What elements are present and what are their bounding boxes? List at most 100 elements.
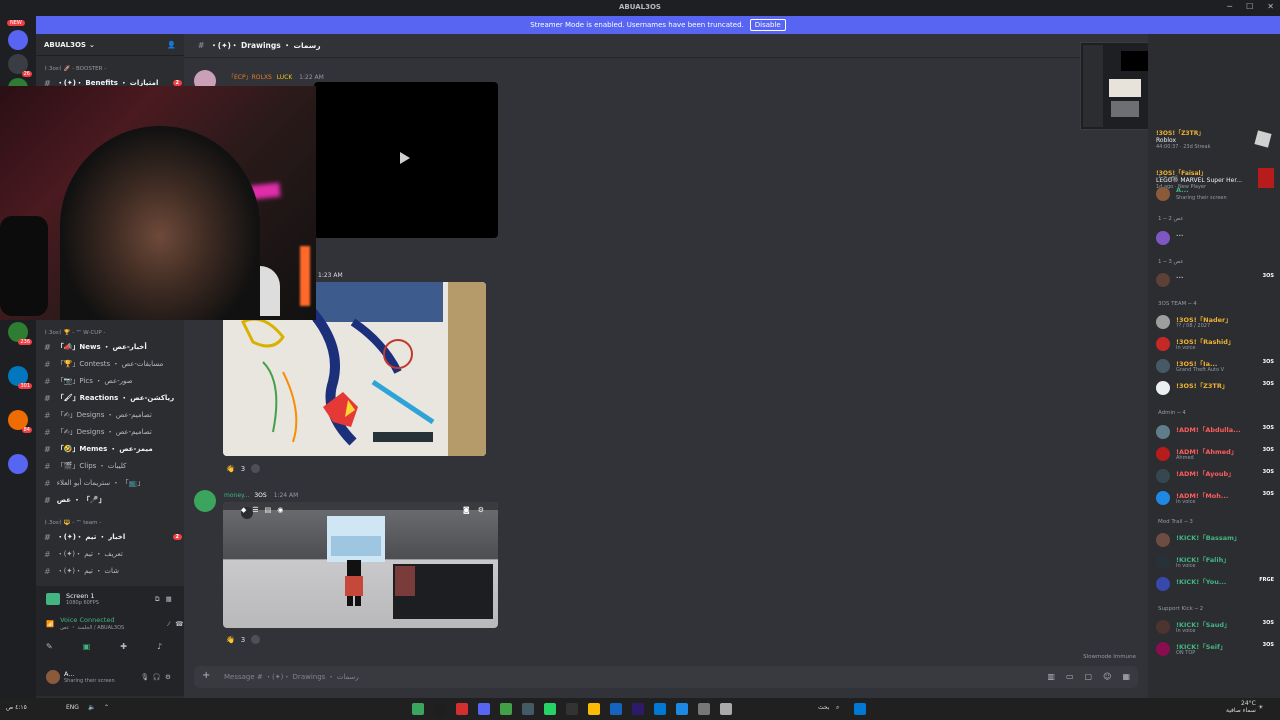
server-icon[interactable]: 301 [8, 366, 32, 389]
disconnect-icon[interactable]: ☎ [175, 620, 183, 628]
member-item[interactable]: !KICK!「Falih」 In voice [1154, 552, 1278, 572]
channel-item[interactable]: # 「🏆」Contests ・ مسابقات-عص [44, 357, 182, 371]
server-icon[interactable] [8, 30, 28, 50]
headphones-icon[interactable]: 🎧 [153, 673, 161, 681]
taskbar-clock[interactable]: ٤:١٥ ص [6, 704, 27, 711]
member-item[interactable]: ... [1154, 228, 1278, 248]
message-composer[interactable]: + Message # ・(✦)・ Drawings ・ رسمات ▥ ▭ ▢… [194, 666, 1138, 688]
member-item[interactable]: ... 3OS [1154, 270, 1278, 290]
app-icon[interactable] [434, 703, 446, 715]
channel-item[interactable]: # 「📣」News ・ أخبار-عص [44, 340, 182, 354]
wave-reaction-icon[interactable]: 👋 [226, 465, 235, 473]
volume-icon[interactable]: 🔈 [88, 704, 95, 711]
channel-item[interactable]: # 「🤣」Memes ・ ميمز-عص [44, 442, 182, 456]
video-embed[interactable] [314, 82, 498, 238]
member-item[interactable]: !ADM!「Abdulla... 3OS [1154, 422, 1278, 442]
channel-item[interactable]: # 「✍」Designs ・ تصاميم-عص [44, 408, 182, 422]
roblox-logo-icon[interactable]: ◆ [241, 506, 246, 514]
avatar[interactable] [46, 670, 60, 684]
roblox-screenshot[interactable]: ◆ ☰ ▤ ◉ ◙ ⚙ [223, 502, 498, 628]
member-item[interactable]: !ADM!「Ahmed」 Ahmed 3OS [1154, 444, 1278, 464]
author-name[interactable]: money... [224, 492, 249, 499]
camera-icon[interactable]: ✎ [46, 642, 53, 651]
channel-item[interactable]: # 「🎬」Clips ・ كليبات [44, 459, 182, 473]
language-indicator[interactable]: ENG [66, 704, 79, 711]
noise-suppression-icon[interactable]: ⁄ [168, 620, 169, 628]
attach-icon[interactable]: + [202, 670, 210, 681]
member-item[interactable]: !3OS!「Ia... Grand Theft Auto V 3OS [1154, 356, 1278, 376]
activity-card[interactable]: !3OS!「Z3TR」 Roblox 44:00:37 · 23d Streak [1156, 128, 1276, 150]
whatsapp-icon[interactable] [544, 703, 556, 715]
category-team[interactable]: ﴿.3os﴾ 🔱 - ™ team - [44, 520, 101, 526]
category-booster[interactable]: ﴿.3os﴾ 🚀 - BOOSTER - [44, 66, 106, 72]
app-icon[interactable] [566, 703, 578, 715]
member-item[interactable]: !3OS!「Rashid」 In voice [1154, 334, 1278, 354]
member-item[interactable]: A... Sharing their screen [1154, 184, 1278, 204]
soundboard-icon[interactable]: ♪ [157, 642, 162, 651]
server-header[interactable]: ABUAL3OS ⌄ 👤 [36, 34, 184, 56]
avatar[interactable] [194, 490, 216, 512]
gif-icon[interactable]: ▭ [1066, 672, 1074, 681]
message-input[interactable]: Message # ・(✦)・ Drawings ・ رسمات [224, 672, 359, 682]
member-item[interactable]: !KICK!「Saud」 In voice 3OS [1154, 617, 1278, 637]
weather-widget[interactable]: 24°C سماء صافية [1226, 700, 1256, 714]
channel-item[interactable]: # ・(✦)・ اخبار ・ تيم 2 [44, 530, 182, 544]
chrome-icon[interactable] [588, 703, 600, 715]
wave-reaction-icon[interactable]: 👋 [226, 636, 235, 644]
app-icon[interactable] [522, 703, 534, 715]
search-icon[interactable]: ⌕ [836, 704, 839, 712]
share-screen-icon[interactable]: ▣ [83, 642, 91, 651]
member-item[interactable]: !3OS!「Nader」?? / 08 / 2027 [1154, 312, 1278, 332]
server-icon[interactable]: 26 [8, 54, 32, 77]
emoji-icon[interactable]: ☺ [1103, 672, 1111, 681]
add-reaction-icon[interactable] [251, 464, 261, 473]
maximize-icon[interactable]: ☐ [1246, 2, 1253, 11]
gift-icon[interactable]: ▥ [1047, 672, 1055, 681]
channel-item[interactable]: # 「📷」Pics ・ صور-عص [44, 374, 182, 388]
app-icon[interactable] [720, 703, 732, 715]
channel-item[interactable]: # عص ・ 「🎤」 [44, 493, 182, 507]
channel-item[interactable]: # ・(✦)・ تعريف ・ تيم [44, 547, 182, 561]
member-item[interactable]: !3OS!「Z3TR」 3OS [1154, 378, 1278, 398]
record-icon[interactable]: ◙ [463, 506, 470, 514]
windows-start-icon[interactable] [854, 703, 866, 715]
play-icon[interactable] [400, 152, 410, 164]
add-reaction-icon[interactable] [251, 635, 261, 644]
add-member-icon[interactable]: 👤 [167, 41, 176, 49]
chat-bubble-icon[interactable]: ◉ [277, 506, 283, 514]
microphone-icon[interactable]: 🎙 [141, 673, 149, 681]
channel-item[interactable]: # ستريمات أبو العلاء ・ 「📺」 [44, 476, 182, 490]
member-item[interactable]: !KICK!「Bassam」 [1154, 530, 1278, 550]
category-wcup[interactable]: ﴿.3os﴾ 🏆 - ™ W-CUP - [44, 330, 105, 336]
discord-icon[interactable] [478, 703, 490, 715]
search-label[interactable]: بحث [818, 704, 829, 711]
premiere-icon[interactable] [632, 703, 644, 715]
close-icon[interactable]: ✕ [1267, 2, 1274, 11]
channel-item[interactable]: # ・(✦)・ شات ・ تيم [44, 564, 182, 578]
stream-settings-icon[interactable]: ▦ [166, 595, 172, 603]
app-icon[interactable] [412, 703, 424, 715]
disable-streamer-mode-button[interactable]: Disable [749, 19, 786, 31]
member-item[interactable]: !KICK!「Seif」 ON TOP 3OS [1154, 639, 1278, 659]
apps-icon[interactable]: ▦ [1122, 672, 1130, 681]
app-icon[interactable] [698, 703, 710, 715]
channel-item[interactable]: # 「🖌」Reactions ・ رياكشن-عص [44, 391, 182, 405]
member-item[interactable]: !ADM!「Ayoub」 3OS [1154, 466, 1278, 486]
server-icon[interactable] [8, 454, 28, 474]
server-icon[interactable]: 84 [8, 410, 32, 433]
member-item[interactable]: !KICK!「You... FRGE [1154, 574, 1278, 594]
activity-icon[interactable]: ✚ [120, 642, 127, 651]
edge-icon[interactable] [654, 703, 666, 715]
app-icon[interactable] [676, 703, 688, 715]
author-name[interactable]: 「ECP」ROLXS [228, 74, 272, 81]
app-icon[interactable] [500, 703, 512, 715]
backpack-icon[interactable]: ▤ [265, 506, 272, 514]
menu-icon[interactable]: ☰ [252, 506, 258, 514]
app-icon[interactable] [456, 703, 468, 715]
settings-icon[interactable]: ⚙ [478, 506, 484, 514]
chevron-up-icon[interactable]: ⌃ [104, 704, 109, 711]
member-item[interactable]: !ADM!「Moh... In voice 3OS [1154, 488, 1278, 508]
popout-icon[interactable]: ⧉ [155, 595, 160, 604]
gear-icon[interactable]: ⚙ [165, 673, 171, 681]
sticker-icon[interactable]: ▢ [1085, 672, 1093, 681]
